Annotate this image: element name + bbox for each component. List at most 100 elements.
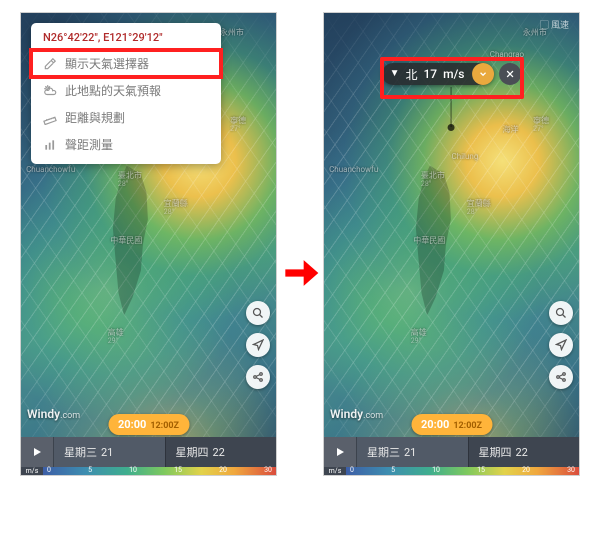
day-current[interactable]: 星期三 21 bbox=[53, 437, 165, 467]
chevron-down-icon bbox=[478, 69, 488, 79]
scale-tick: 15 bbox=[477, 466, 485, 474]
scale-tick: 0 bbox=[350, 466, 354, 474]
ctx-item-0[interactable]: 顯示天氣選擇器 bbox=[31, 50, 221, 77]
day-num: 22 bbox=[213, 446, 225, 459]
scale-gradient: 0510152030 bbox=[43, 467, 276, 475]
brand-sub: .com bbox=[60, 411, 80, 421]
scale-tick: 0 bbox=[47, 466, 51, 474]
play-button[interactable] bbox=[21, 437, 53, 467]
coordinates-readout: N26°42'22", E121°29'12" bbox=[31, 31, 221, 50]
phone-before: Chuanchowfu臺北市28°宜蘭縣28°中華民國高雄29°寧德27°海洋C… bbox=[20, 12, 277, 476]
map-label: Changrao bbox=[490, 50, 524, 59]
day-current[interactable]: 星期三 21 bbox=[356, 437, 468, 467]
scale-unit: m/s bbox=[324, 467, 346, 475]
search-button[interactable] bbox=[246, 301, 270, 325]
scale-tick: 10 bbox=[432, 466, 440, 474]
layer-label-text: 風速 bbox=[551, 21, 569, 31]
map-temp: 28° bbox=[421, 180, 431, 188]
map-temp: 29° bbox=[411, 337, 421, 345]
time-pill[interactable]: 20:00 12:00Z bbox=[108, 414, 189, 435]
day-name: 星期四 bbox=[176, 444, 209, 460]
brand-watermark: Windy.com bbox=[330, 407, 383, 421]
locate-button[interactable] bbox=[549, 333, 573, 357]
color-scale: m/s 0 5 10 15 20 30 bbox=[324, 467, 579, 475]
time-local: 20:00 bbox=[421, 418, 449, 431]
ctx-items: 顯示天氣選擇器此地點的天氣預報距離與規劃聲距測量 bbox=[31, 50, 221, 158]
wind-direction-label: 北 bbox=[405, 66, 417, 83]
bars-icon bbox=[43, 138, 57, 152]
brand-watermark: Windy.com bbox=[27, 407, 80, 421]
map-label: 中華民國 bbox=[110, 235, 142, 246]
share-button[interactable] bbox=[549, 365, 573, 389]
search-icon bbox=[252, 307, 264, 319]
picker-expand-button[interactable] bbox=[472, 63, 494, 85]
map-temp: 27° bbox=[230, 125, 240, 133]
brand-main: Windy bbox=[27, 407, 60, 421]
map-temp: 28° bbox=[164, 208, 174, 216]
map-temp: 28° bbox=[467, 208, 477, 216]
picker-close-button[interactable] bbox=[499, 63, 521, 85]
scale-tick: 5 bbox=[391, 466, 395, 474]
play-button[interactable] bbox=[324, 437, 356, 467]
share-button[interactable] bbox=[246, 365, 270, 389]
ctx-item-2[interactable]: 距離與規劃 bbox=[31, 104, 221, 131]
day-num: 22 bbox=[516, 446, 528, 459]
time-pill[interactable]: 20:00 12:00Z bbox=[411, 414, 492, 435]
day-num: 21 bbox=[101, 446, 113, 459]
day-next[interactable]: 星期四 22 bbox=[468, 437, 580, 467]
ctx-item-label: 聲距測量 bbox=[65, 136, 113, 153]
map-label: Chuanchowfu bbox=[329, 165, 378, 174]
weather-picker-pill[interactable]: ▼ 北 17 m/s bbox=[382, 63, 495, 85]
wind-direction-icon: ▼ bbox=[390, 68, 400, 79]
search-icon bbox=[555, 307, 567, 319]
ctx-item-label: 顯示天氣選擇器 bbox=[65, 55, 149, 72]
brand-main: Windy bbox=[330, 407, 363, 421]
picker-pointer bbox=[451, 87, 452, 127]
map-temp: 27° bbox=[533, 125, 543, 133]
scale-tick: 5 bbox=[88, 466, 92, 474]
brand-sub: .com bbox=[363, 411, 383, 421]
scale-tick: 15 bbox=[174, 466, 182, 474]
locate-button[interactable] bbox=[246, 333, 270, 357]
map-temp: 28° bbox=[118, 180, 128, 188]
share-icon bbox=[555, 371, 567, 383]
ruler-icon bbox=[43, 111, 57, 125]
scale-tick: 30 bbox=[567, 466, 575, 474]
ctx-item-label: 此地點的天氣預報 bbox=[65, 82, 161, 99]
dropper-icon bbox=[43, 57, 57, 71]
phone-after: Chuanchowfu臺北市28°宜蘭縣28°中華民國高雄29°寧德27°海洋C… bbox=[323, 12, 580, 476]
sun-cloud-icon bbox=[43, 84, 57, 98]
layer-label[interactable]: ▢ 風速 bbox=[536, 17, 573, 32]
locate-icon bbox=[555, 339, 567, 351]
map-label: Chilung bbox=[452, 152, 479, 161]
close-icon bbox=[505, 69, 515, 79]
map-label: Chuanchowfu bbox=[26, 165, 75, 174]
transition-arrow bbox=[278, 251, 322, 295]
day-name: 星期三 bbox=[367, 444, 400, 460]
share-icon bbox=[252, 371, 264, 383]
day-next[interactable]: 星期四 22 bbox=[165, 437, 277, 467]
scale-gradient: 0 5 10 15 20 30 bbox=[346, 467, 579, 475]
arrow-right-icon bbox=[278, 251, 322, 295]
scale-ticks-left: 0510152030 bbox=[43, 467, 276, 475]
ctx-item-label: 距離與規劃 bbox=[65, 109, 125, 126]
wind-speed-value: 17 bbox=[423, 67, 437, 81]
map-label: 海洋 bbox=[503, 124, 519, 135]
scale-unit: m/s bbox=[21, 467, 43, 475]
context-menu: N26°42'22", E121°29'12" 顯示天氣選擇器此地點的天氣預報距… bbox=[31, 23, 221, 164]
timeline-bar[interactable]: 星期三 21 星期四 22 bbox=[324, 437, 579, 467]
day-name: 星期三 bbox=[64, 444, 97, 460]
search-button[interactable] bbox=[549, 301, 573, 325]
ctx-item-1[interactable]: 此地點的天氣預報 bbox=[31, 77, 221, 104]
layer-swatch-icon: ▢ bbox=[540, 21, 551, 31]
ctx-item-3[interactable]: 聲距測量 bbox=[31, 131, 221, 158]
wind-speed-unit: m/s bbox=[443, 67, 464, 81]
day-name: 星期四 bbox=[479, 444, 512, 460]
scale-tick: 30 bbox=[264, 466, 272, 474]
day-num: 21 bbox=[404, 446, 416, 459]
time-local: 20:00 bbox=[118, 418, 146, 431]
time-z: 12:00Z bbox=[150, 421, 179, 431]
timeline-bar[interactable]: 星期三 21 星期四 22 bbox=[21, 437, 276, 467]
play-icon bbox=[31, 446, 43, 458]
scale-tick: 20 bbox=[522, 466, 530, 474]
